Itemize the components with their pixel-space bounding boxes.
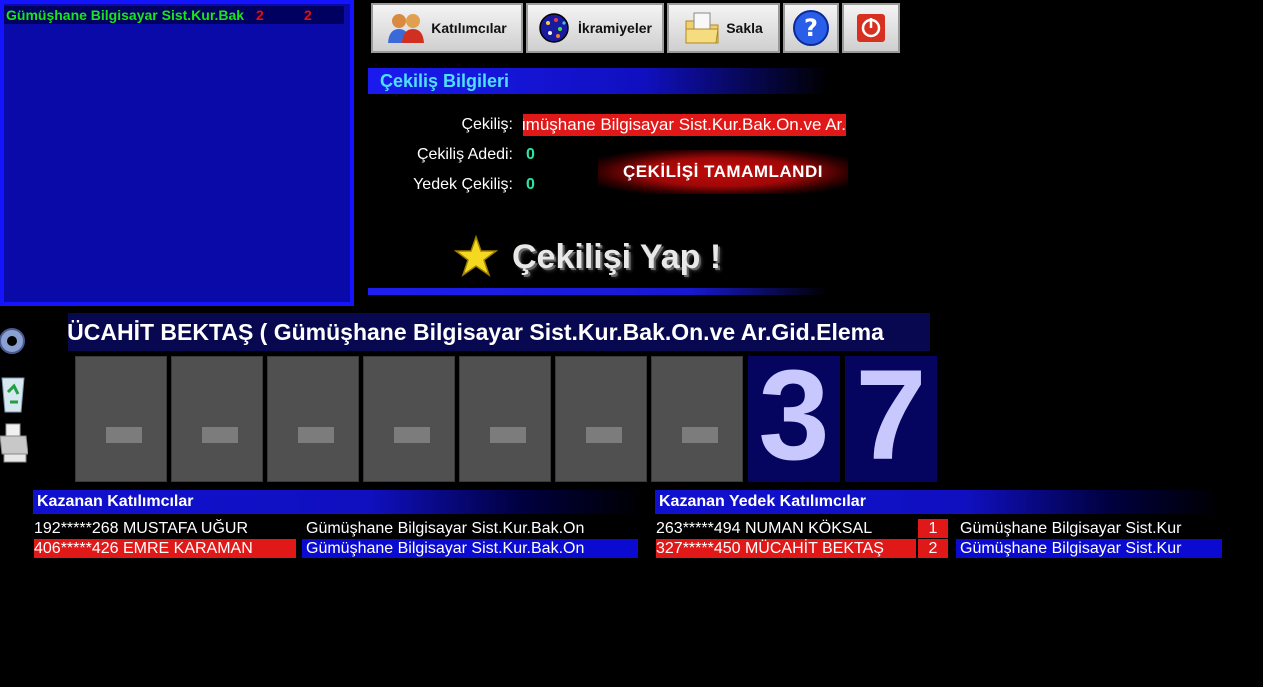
save-button[interactable]: Sakla — [667, 3, 780, 53]
draw-count-label: Çekiliş Adedi: — [416, 146, 513, 163]
digit-box-revealed: 7 — [845, 352, 937, 482]
draw-list-item-count: 2 — [256, 7, 264, 23]
globe-icon — [539, 13, 569, 43]
digit-box — [363, 356, 455, 482]
draw-list-panel[interactable] — [0, 0, 354, 306]
question-icon: ? — [793, 10, 829, 46]
draw-completed-label: ÇEKİLİŞİ TAMAMLANDI — [623, 162, 823, 181]
prizes-button-label: İkramiyeler — [578, 20, 652, 36]
save-button-label: Sakla — [726, 20, 763, 36]
reserve-winners-header: Kazanan Yedek Katılımcılar — [655, 490, 1222, 514]
digit-box — [75, 356, 167, 482]
digit-box — [651, 356, 743, 482]
digit-dash — [586, 427, 622, 443]
prizes-button[interactable]: İkramiyeler — [526, 3, 664, 53]
draw-count-value: 0 — [526, 146, 535, 163]
digit-box-revealed: 3 — [748, 352, 840, 482]
draw-name-field: Gümüşhane Bilgisayar Sist.Kur.Bak.On.ve … — [523, 114, 846, 136]
do-draw-button[interactable]: Çekilişi Yap ! — [454, 232, 721, 282]
draw-completed-status: ÇEKİLİŞİ TAMAMLANDI — [598, 150, 848, 194]
digit-dash — [106, 427, 142, 443]
draw-list-item[interactable]: Gümüşhane Bilgisayar Sist.Kur.Bak 2 2 — [4, 6, 344, 24]
digit-box — [555, 356, 647, 482]
draw-name-value: Gümüşhane Bilgisayar Sist.Kur.Bak.On.ve … — [523, 115, 846, 134]
reserve-row-1-draw[interactable]: Gümüşhane Bilgisayar Sist.Kur — [956, 519, 1222, 538]
printer-icon[interactable] — [0, 422, 28, 464]
digit-dash — [298, 427, 334, 443]
draw-list-item-name: Gümüşhane Bilgisayar Sist.Kur.Bak — [6, 7, 245, 23]
winner-row-2-draw[interactable]: Gümüşhane Bilgisayar Sist.Kur.Bak.On — [302, 539, 638, 558]
recycle-bin-icon[interactable] — [0, 374, 28, 414]
digit-box — [267, 356, 359, 482]
digit-dash — [682, 427, 718, 443]
winner-row-1-draw[interactable]: Gümüşhane Bilgisayar Sist.Kur.Bak.On — [302, 519, 638, 538]
reserve-row-2-rank[interactable]: 2 — [918, 539, 948, 558]
digit-dash — [202, 427, 238, 443]
digit-dash — [490, 427, 526, 443]
winners-header: Kazanan Katılımcılar — [33, 490, 643, 514]
winner-row-1-id[interactable]: 192*****268 MUSTAFA UĞUR — [34, 519, 296, 538]
people-icon — [388, 14, 425, 43]
power-icon — [857, 14, 885, 42]
draw-list-item-reserve-count: 2 — [304, 7, 312, 23]
reserve-row-1-rank[interactable]: 1 — [918, 519, 948, 538]
reserve-row-1-id[interactable]: 263*****494 NUMAN KÖKSAL — [656, 519, 916, 538]
draw-label: Çekiliş: — [461, 116, 513, 133]
star-icon — [454, 235, 498, 277]
participants-button[interactable]: Katılımcılar — [371, 3, 523, 53]
digit-dash — [394, 427, 430, 443]
gear-icon[interactable] — [0, 321, 28, 361]
reserve-row-2-draw[interactable]: Gümüşhane Bilgisayar Sist.Kur — [956, 539, 1222, 558]
digit-box — [459, 356, 551, 482]
digit-value: 3 — [758, 344, 830, 487]
svg-text:?: ? — [804, 14, 818, 42]
digit-value: 7 — [855, 344, 927, 487]
participants-button-label: Katılımcılar — [431, 20, 507, 36]
section-divider — [368, 288, 828, 295]
folder-icon — [685, 12, 719, 44]
help-button[interactable]: ? — [783, 3, 839, 53]
do-draw-label: Çekilişi Yap ! — [512, 237, 722, 276]
reserve-count-label: Yedek Çekiliş: — [413, 176, 513, 193]
draw-info-header: Çekiliş Bilgileri — [368, 68, 828, 94]
exit-button[interactable] — [842, 3, 900, 53]
digit-box — [171, 356, 263, 482]
reserve-row-2-id[interactable]: 327*****450 MÜCAHİT BEKTAŞ — [656, 539, 916, 558]
reserve-count-value: 0 — [526, 176, 535, 193]
winner-row-2-id[interactable]: 406*****426 EMRE KARAMAN — [34, 539, 296, 558]
